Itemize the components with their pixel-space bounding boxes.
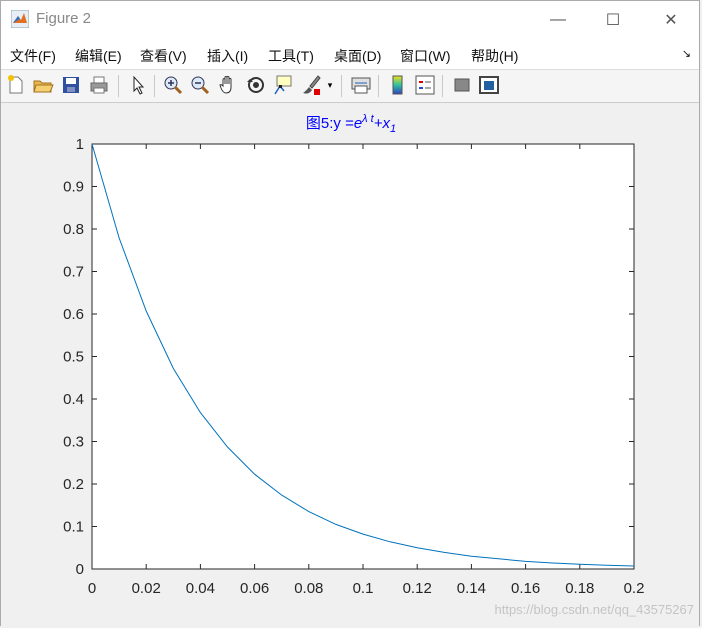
y-tick-label: 0.4: [63, 391, 84, 408]
axes-background: [92, 144, 634, 569]
plot-title-prefix: 图5:y =: [305, 115, 354, 132]
y-tick-label: 0.6: [63, 306, 84, 323]
plot-title-plus: +x: [373, 115, 390, 132]
x-tick-label: 0.2: [624, 580, 645, 597]
plot-title: 图5:y =eλ t+x1: [0, 112, 702, 135]
x-tick-label: 0: [88, 580, 96, 597]
plot-title-exponent: λ t: [362, 113, 374, 125]
y-tick-label: 0.2: [63, 476, 84, 493]
x-tick-label: 0.06: [240, 580, 269, 597]
x-tick-label: 0.1: [353, 580, 374, 597]
x-tick-label: 0.08: [294, 580, 323, 597]
x-tick-label: 0.14: [457, 580, 486, 597]
y-tick-label: 0.5: [63, 349, 84, 366]
x-tick-label: 0.04: [186, 580, 215, 597]
plot-title-base: e: [353, 115, 363, 132]
line-plot[interactable]: 0 0.02 0.04 0.06 0.08 0.1 0.12 0.14 0.16 0.18 0.2 0…: [0, 0, 702, 628]
y-tick-label: 0.8: [63, 221, 84, 238]
x-tick-label: 0.02: [132, 580, 161, 597]
x-tick-label: 0.18: [565, 580, 594, 597]
y-tick-label: 1: [76, 136, 84, 153]
y-tick-label: 0.3: [63, 434, 84, 451]
y-tick-label: 0.1: [63, 519, 84, 536]
y-tick-label: 0.7: [63, 264, 84, 281]
x-tick-label: 0.16: [511, 580, 540, 597]
plot-title-subscript: 1: [389, 123, 397, 135]
y-tick-label: 0.9: [63, 179, 84, 196]
y-tick-label: 0: [76, 561, 84, 578]
x-tick-label: 0.12: [403, 580, 432, 597]
watermark: https://blog.csdn.net/qq_43575267: [494, 602, 695, 617]
